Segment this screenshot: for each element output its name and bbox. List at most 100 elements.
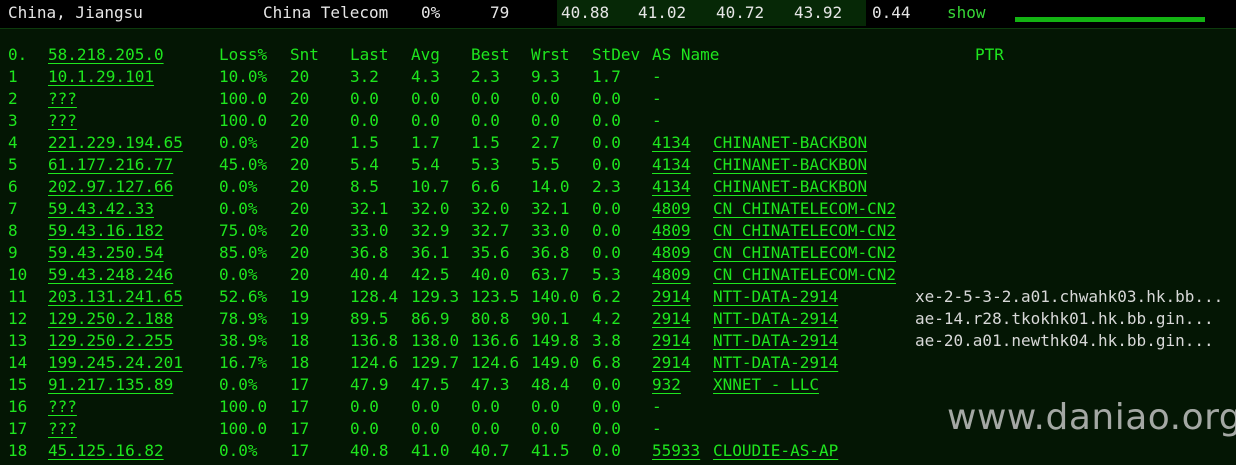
hop-last: 40.8 (350, 441, 389, 460)
hop-row: 9 59.43.250.54 85.0% 20 36.8 36.1 35.6 36.8 0.0 4… (0, 242, 1236, 264)
hop-avg: 129.7 (411, 353, 460, 372)
hop-avg: 32.9 (411, 221, 450, 240)
hop-host-link[interactable]: ??? (48, 418, 77, 440)
hop-host-link[interactable]: 59.43.248.246 (48, 264, 173, 286)
hop-as-number: - (652, 397, 662, 416)
hop-as-number[interactable]: 2914 (652, 308, 691, 330)
hop-host-link[interactable]: 45.125.16.82 (48, 440, 164, 462)
hop-snt: 20 (290, 199, 310, 218)
hop-last: 3.2 (350, 67, 379, 86)
hop-as-name[interactable]: CHINANET-BACKBON (713, 176, 867, 198)
hop-stdev: 0.0 (592, 199, 621, 218)
summary-worst: 43.92 (794, 3, 843, 22)
hop-wrst: 32.1 (531, 199, 570, 218)
hop-as-number: - (652, 67, 662, 86)
hop-row: 11 203.131.241.65 52.6% 19 128.4 129.3 123.5 14… (0, 286, 1236, 308)
hop-snt: 20 (290, 133, 310, 152)
hop-as-number[interactable]: 4134 (652, 132, 691, 154)
hop-best: 47.3 (471, 375, 510, 394)
hop-as-number[interactable]: 4134 (652, 176, 691, 198)
hop-number: 6 (8, 177, 18, 196)
hop-as-number[interactable]: 4809 (652, 220, 691, 242)
hop-as-name[interactable]: XNNET - LLC (713, 374, 819, 396)
hop-host-link[interactable]: 129.250.2.188 (48, 308, 173, 330)
hop-number: 18 (8, 441, 28, 460)
hop-as-number: - (652, 419, 662, 438)
hop-number: 5 (8, 155, 18, 174)
hop-best: 6.6 (471, 177, 500, 196)
hop-as-number[interactable]: 55933 (652, 440, 700, 462)
hop-snt: 19 (290, 287, 310, 306)
hop-as-name[interactable]: CHINANET-BACKBON (713, 154, 867, 176)
hop-host-link[interactable]: 129.250.2.255 (48, 330, 173, 352)
hop-last: 0.0 (350, 111, 379, 130)
hop-stdev: 4.2 (592, 309, 621, 328)
hop-as-number[interactable]: 2914 (652, 330, 691, 352)
summary-last: 40.88 (561, 3, 610, 22)
hop-best: 5.3 (471, 155, 500, 174)
hop-best: 124.6 (471, 353, 520, 372)
hop-snt: 20 (290, 155, 310, 174)
hop-as-name[interactable]: CN CHINATELECOM-CN2 (713, 220, 896, 242)
hop-last: 32.1 (350, 199, 389, 218)
hop-row: 4 221.229.194.65 0.0% 20 1.5 1.7 1.5 2.7 0.0 4134… (0, 132, 1236, 154)
hop-stdev: 0.0 (592, 111, 621, 130)
hop-as-name[interactable]: CLOUDIE-AS-AP (713, 440, 838, 462)
hop-stdev: 0.0 (592, 375, 621, 394)
hop-host-link[interactable]: 59.43.250.54 (48, 242, 164, 264)
hop-as-number[interactable]: 4134 (652, 154, 691, 176)
hop-wrst: 41.5 (531, 441, 570, 460)
hop-stdev: 0.0 (592, 397, 621, 416)
hop-host-link[interactable]: 10.1.29.101 (48, 66, 154, 88)
hop-number: 7 (8, 199, 18, 218)
hop-host-link[interactable]: 59.43.42.33 (48, 198, 154, 220)
hop-as-name[interactable]: CN CHINATELECOM-CN2 (713, 264, 896, 286)
hop-snt: 17 (290, 441, 310, 460)
summary-location: China, Jiangsu (8, 3, 143, 22)
hop-as-name[interactable]: NTT-DATA-2914 (713, 308, 838, 330)
hop-as-name[interactable]: NTT-DATA-2914 (713, 330, 838, 352)
hop-as-name[interactable]: NTT-DATA-2914 (713, 286, 838, 308)
hop-wrst: 0.0 (531, 419, 560, 438)
hop-snt: 20 (290, 177, 310, 196)
hop-host-link[interactable]: 91.217.135.89 (48, 374, 173, 396)
hop-loss: 16.7% (219, 353, 268, 372)
hop-row: 8 59.43.16.182 75.0% 20 33.0 32.9 32.7 33.0 0.0 4… (0, 220, 1236, 242)
hop-last: 128.4 (350, 287, 399, 306)
hop-as-name[interactable]: CHINANET-BACKBON (713, 132, 867, 154)
hop-as-number[interactable]: 4809 (652, 242, 691, 264)
summary-isp: China Telecom (263, 3, 389, 22)
hop-as-number[interactable]: 4809 (652, 198, 691, 220)
hop-stdev: 1.7 (592, 67, 621, 86)
hop-as-name[interactable]: CN CHINATELECOM-CN2 (713, 242, 896, 264)
hop-host-link[interactable]: ??? (48, 110, 77, 132)
hop-as-number[interactable]: 2914 (652, 352, 691, 374)
hop-host-link[interactable]: 61.177.216.77 (48, 154, 173, 176)
header-last: Last (350, 45, 389, 64)
hop-stdev: 0.0 (592, 221, 621, 240)
hop-host-link[interactable]: ??? (48, 88, 77, 110)
hop-loss: 0.0% (219, 199, 258, 218)
hop-host-link[interactable]: ??? (48, 396, 77, 418)
hop-avg: 1.7 (411, 133, 440, 152)
hop-host-link[interactable]: 202.97.127.66 (48, 176, 173, 198)
hop-stdev: 0.0 (592, 419, 621, 438)
hop-host-link[interactable]: 203.131.241.65 (48, 286, 183, 308)
hop-snt: 20 (290, 89, 310, 108)
hop-host-link[interactable]: 221.229.194.65 (48, 132, 183, 154)
hop-as-number[interactable]: 2914 (652, 286, 691, 308)
hop-snt: 20 (290, 243, 310, 262)
hop-wrst: 149.0 (531, 353, 580, 372)
hop-wrst: 33.0 (531, 221, 570, 240)
hop-as-number[interactable]: 4809 (652, 264, 691, 286)
show-details-link[interactable]: show (947, 2, 986, 24)
hop-last: 0.0 (350, 419, 379, 438)
hop-avg: 0.0 (411, 419, 440, 438)
hop-host-link[interactable]: 59.43.16.182 (48, 220, 164, 242)
hop-host-link[interactable]: 199.245.24.201 (48, 352, 183, 374)
header-host-link[interactable]: 58.218.205.0 (48, 44, 164, 66)
hop-as-name[interactable]: CN CHINATELECOM-CN2 (713, 198, 896, 220)
hop-as-name[interactable]: NTT-DATA-2914 (713, 352, 838, 374)
hop-as-number[interactable]: 932 (652, 374, 681, 396)
hop-number: 11 (8, 287, 28, 306)
